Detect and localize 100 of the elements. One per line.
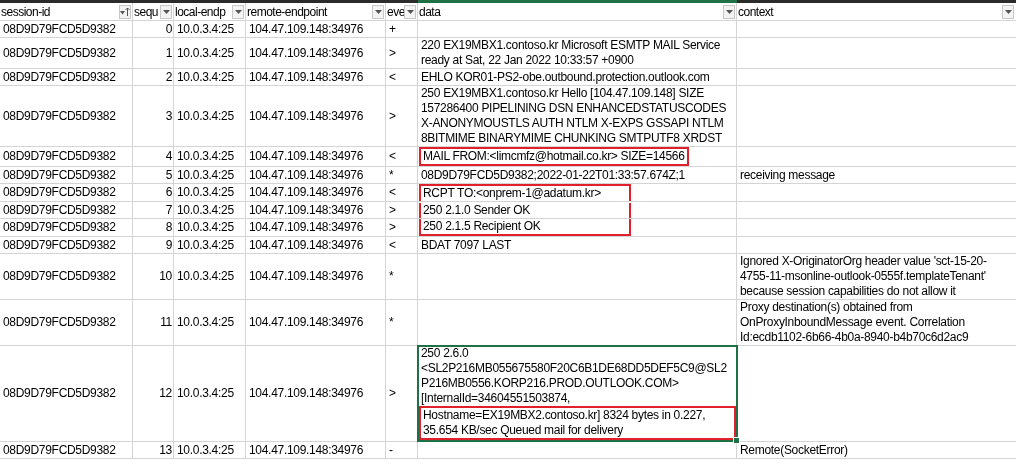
highlighted-cell-text: MAIL FROM:<limcmfz@hotmail.co.kr> SIZE=14566 <box>419 147 689 166</box>
column-header: session-id <box>1 4 52 19</box>
fill-handle[interactable] <box>733 437 740 444</box>
table-cell: 08D9D79FCD5D9382 <box>3 69 116 85</box>
table-cell: 7 <box>165 202 172 218</box>
sort-ascending-icon <box>120 6 130 17</box>
dropdown-caret-icon <box>406 9 414 14</box>
table-cell: 1 <box>165 45 172 61</box>
table-cell: 10.0.3.4:25 <box>177 269 234 284</box>
column-header: local-endp <box>175 4 227 19</box>
table-cell: 08D9D79FCD5D9382 <box>3 21 116 37</box>
table-cell-text: BDAT 7097 LAST <box>420 237 513 253</box>
table-cell: 10.0.3.4:25 <box>177 202 234 218</box>
table-cell: 11 <box>160 315 172 330</box>
filter-button[interactable] <box>372 4 384 19</box>
table-cell: 10.0.3.4:25 <box>177 108 234 124</box>
highlighted-cell-text: 250 2.1.5 Recipient OK <box>419 219 631 236</box>
table-cell: 08D9D79FCD5D9382 <box>3 315 116 330</box>
table-cell: 104.47.109.148:34976 <box>249 21 364 37</box>
table-cell: 104.47.109.148:34976 <box>249 69 364 85</box>
table-cell: 9 <box>165 237 172 253</box>
filter-button[interactable] <box>232 4 244 19</box>
filter-button[interactable] <box>160 4 172 19</box>
table-cell: 10.0.3.4:25 <box>177 149 234 164</box>
table-cell: 10.0.3.4:25 <box>177 21 234 37</box>
column-header: sequ <box>134 4 160 19</box>
table-cell: > <box>389 220 396 235</box>
table-cell: - <box>389 442 393 458</box>
table-cell: 2 <box>165 69 172 85</box>
filter-button[interactable] <box>1002 4 1014 19</box>
table-cell: 08D9D79FCD5D9382 <box>3 269 116 284</box>
table-cell: 08D9D79FCD5D9382 <box>3 442 116 458</box>
filter-button[interactable] <box>723 4 735 19</box>
table-cell: * <box>389 167 394 183</box>
table-cell: > <box>389 45 396 61</box>
table-cell: + <box>389 21 396 37</box>
table-cell: 6 <box>165 185 172 200</box>
table-cell: * <box>389 315 394 330</box>
table-cell: 104.47.109.148:34976 <box>249 108 364 124</box>
table-cell: 08D9D79FCD5D9382 <box>3 202 116 218</box>
table-cell: > <box>389 202 396 218</box>
table-cell-text: EHLO KOR01-PS2-obe.outbound.protection.outlook.com <box>420 69 711 85</box>
table-cell: 104.47.109.148:34976 <box>249 386 364 401</box>
dropdown-caret-icon <box>374 9 382 14</box>
table-cell: receiving message <box>740 167 835 183</box>
table-cell: 10.0.3.4:25 <box>177 386 234 401</box>
table-cell: 104.47.109.148:34976 <box>249 220 364 235</box>
table-cell: 10.0.3.4:25 <box>177 69 234 85</box>
highlighted-cell-text: RCPT TO:<onprem-1@adatum.kr> <box>419 184 631 201</box>
table-cell: 08D9D79FCD5D9382 <box>3 237 116 253</box>
table-cell: > <box>389 108 396 124</box>
filter-button[interactable] <box>404 4 416 19</box>
table-cell: 10.0.3.4:25 <box>177 220 234 235</box>
table-cell: 4 <box>165 149 172 164</box>
table-cell: 3 <box>165 108 172 124</box>
table-cell: < <box>389 69 396 85</box>
highlighted-cell-text: 250 2.1.0 Sender OK <box>419 202 631 218</box>
table-cell: 104.47.109.148:34976 <box>249 202 364 218</box>
table-cell: 0 <box>165 21 172 37</box>
table-cell: 10 <box>159 269 172 284</box>
column-header: context <box>738 4 775 19</box>
dropdown-caret-icon <box>234 9 242 14</box>
table-cell: < <box>389 185 396 200</box>
dropdown-caret-icon <box>725 9 733 14</box>
table-cell: 104.47.109.148:34976 <box>249 167 364 183</box>
table-cell: 5 <box>165 167 172 183</box>
table-cell: 08D9D79FCD5D9382 <box>3 149 116 164</box>
table-cell: 8 <box>165 220 172 235</box>
highlighted-cell-text: Hostname=EX19MBX2.contoso.kr] 8324 bytes in 0.227, 35.654 KB/sec Queued mail for delivery <box>419 406 736 440</box>
table-cell: 10.0.3.4:25 <box>177 185 234 200</box>
table-cell: 10.0.3.4:25 <box>177 237 234 253</box>
table-cell: 10.0.3.4:25 <box>177 167 234 183</box>
table-cell: 08D9D79FCD5D9382 <box>3 220 116 235</box>
table-cell: 10.0.3.4:25 <box>177 315 234 330</box>
table-cell: > <box>389 386 396 401</box>
table-cell: 104.47.109.148:34976 <box>249 185 364 200</box>
table-cell-text: 250 2.6.0 <SL2P216MB055675580F20C6B1DE68DD5DEF5C9@SL2P216MB0556.KORP216.PROD.OUTLOOK.COM> [InternalId=34604551503874, <box>420 346 728 406</box>
table-cell: 08D9D79FCD5D9382 <box>3 45 116 61</box>
column-header: data <box>419 4 442 19</box>
dropdown-caret-icon <box>1004 9 1012 14</box>
column-header: remote-endpoint <box>247 4 329 19</box>
table-cell: 104.47.109.148:34976 <box>249 269 364 284</box>
table-cell-text: Ignored X-OriginatorOrg header value 'sct-15-20-4755-11-msonline-outlook-0555f.templateTenant' because session capabilities do not allow it <box>740 254 988 299</box>
table-cell-text: 250 EX19MBX1.contoso.kr Hello [104.47.109.148] SIZE 157286400 PIPELINING DSN ENHANCEDSTATUSCODES X-ANONYMOUSTLS AUTH NTLM X-EXPS GSSAPI NTLM 8BITMIME BINARYMIME CHUNKING SMTPUTF8 XRDST <box>420 86 728 146</box>
table-cell-text: 08D9D79FCD5D9382;2022-01-22T01:33:57.674Z;1 <box>420 167 686 183</box>
table-cell: < <box>389 149 396 164</box>
table-cell: 08D9D79FCD5D9382 <box>3 167 116 183</box>
table-cell: 104.47.109.148:34976 <box>249 149 364 164</box>
dropdown-caret-icon <box>162 9 170 14</box>
table-cell: 12 <box>159 386 172 401</box>
filter-button[interactable] <box>119 4 131 19</box>
table-cell: 13 <box>159 442 172 458</box>
table-cell: 104.47.109.148:34976 <box>249 237 364 253</box>
table-cell: 08D9D79FCD5D9382 <box>3 185 116 200</box>
table-cell: 10.0.3.4:25 <box>177 45 234 61</box>
table-cell: < <box>389 237 396 253</box>
column-header: eve <box>387 4 404 19</box>
table-cell: 104.47.109.148:34976 <box>249 315 364 330</box>
table-cell: 08D9D79FCD5D9382 <box>3 386 116 401</box>
table-cell: * <box>389 269 394 284</box>
